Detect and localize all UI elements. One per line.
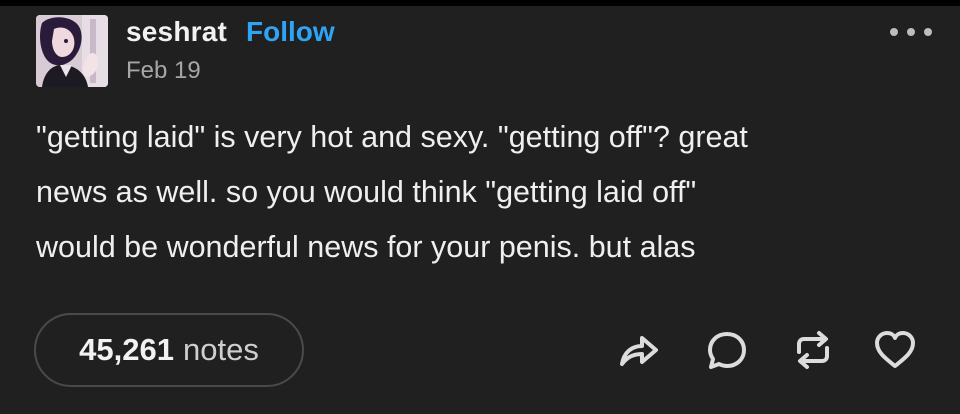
share-icon[interactable] (614, 326, 662, 374)
reply-icon[interactable] (703, 326, 751, 374)
notes-button[interactable]: 45,261 notes (34, 313, 304, 387)
more-options-icon[interactable] (886, 22, 936, 42)
follow-button[interactable]: Follow (246, 16, 335, 48)
top-edge (0, 0, 960, 6)
like-icon[interactable] (871, 326, 919, 374)
username[interactable]: seshrat (126, 16, 227, 48)
avatar-image (36, 15, 108, 87)
notes-count: 45,261 (79, 332, 174, 367)
reblog-icon[interactable] (789, 326, 837, 374)
post-date[interactable]: Feb 19 (126, 57, 201, 85)
post-body-text: "getting laid" is very hot and sexy. "ge… (36, 120, 748, 264)
post-card: seshrat Follow Feb 19 "getting laid" is … (0, 0, 960, 414)
avatar[interactable] (36, 15, 108, 87)
notes-label: notes (182, 332, 259, 367)
